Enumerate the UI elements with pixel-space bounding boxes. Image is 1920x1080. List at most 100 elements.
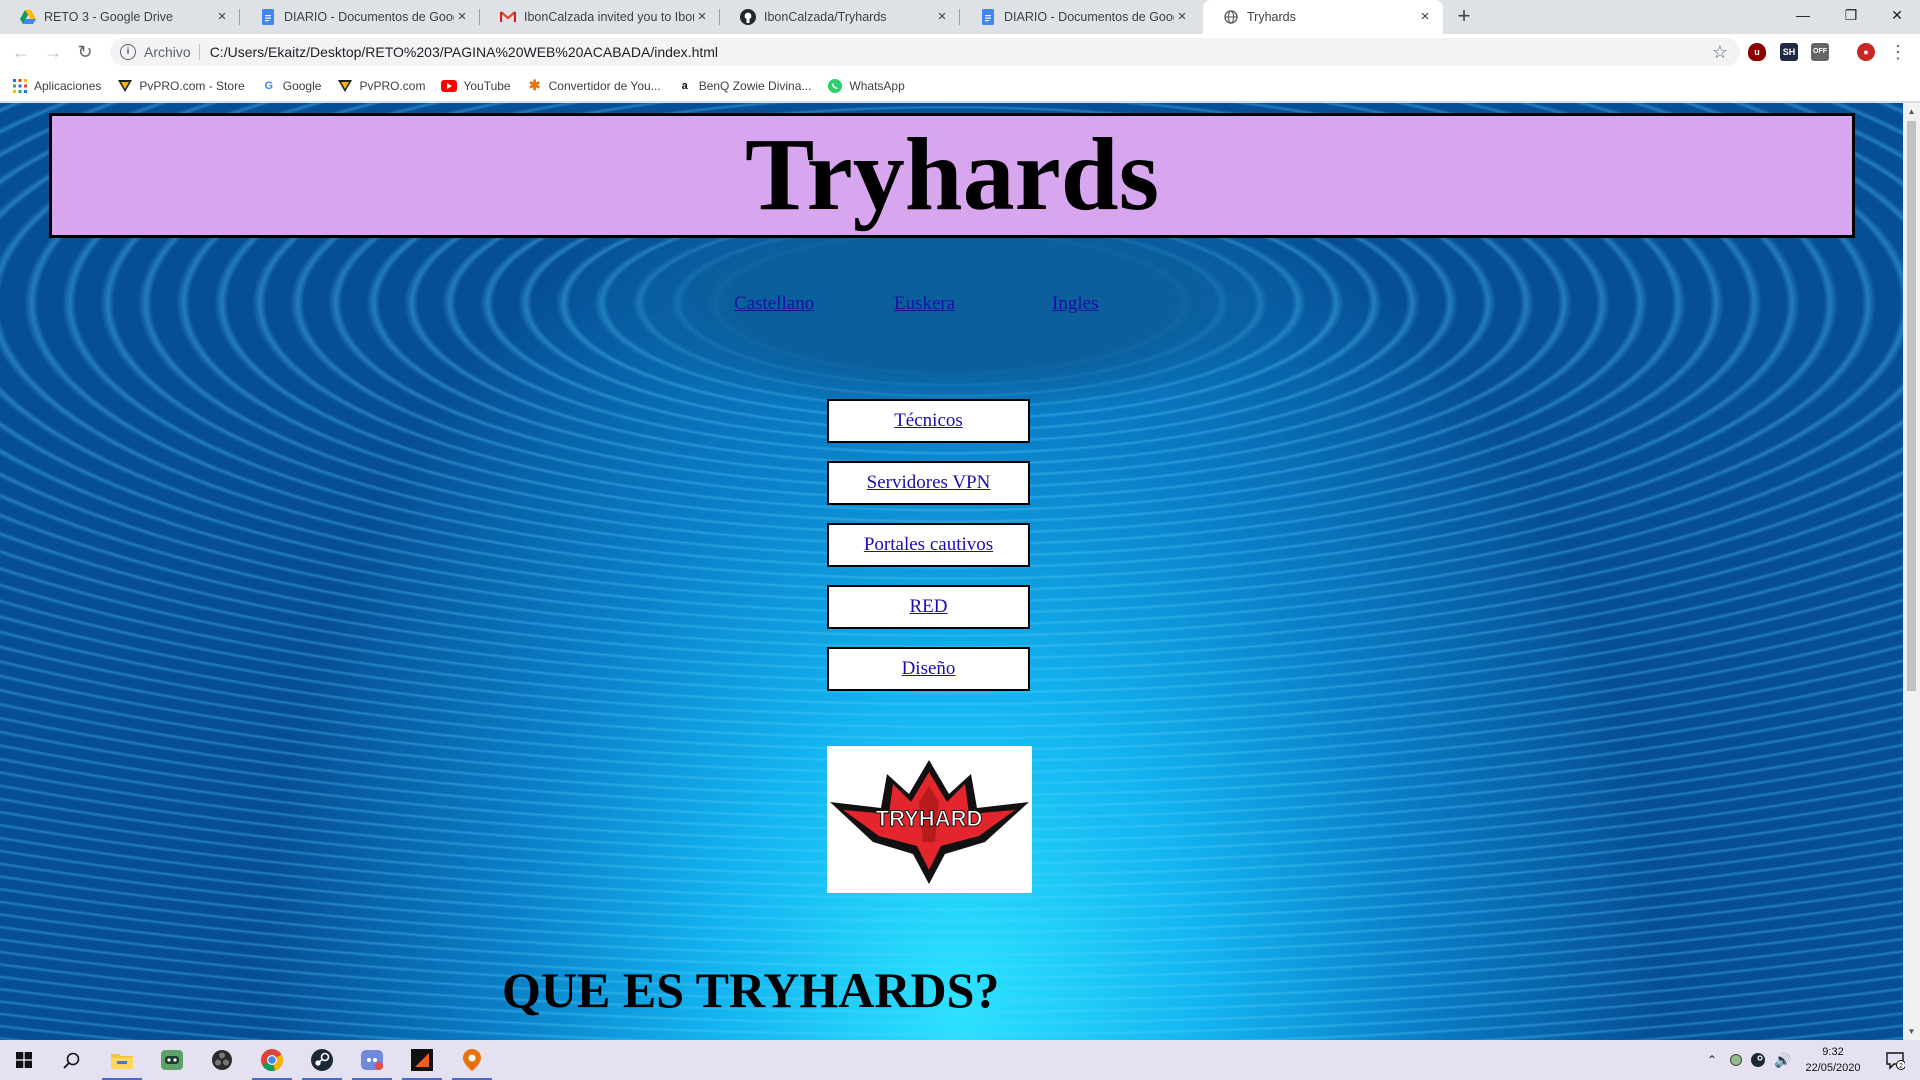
scrollbar-thumb[interactable]	[1907, 121, 1916, 691]
gmail-icon	[500, 9, 516, 25]
google-icon: G	[264, 79, 274, 92]
bookmark-label: PvPRO.com	[359, 78, 426, 93]
windows-start-icon[interactable]	[0, 1040, 48, 1080]
new-tab-button[interactable]: +	[1452, 5, 1476, 29]
bookmark-label: Aplicaciones	[34, 78, 102, 93]
off-extension-icon[interactable]: OFF	[1811, 43, 1829, 61]
page-scrollbar[interactable]: ▲ ▼	[1903, 103, 1920, 1040]
obs-icon[interactable]	[198, 1040, 246, 1080]
info-icon[interactable]: i	[120, 44, 136, 60]
globe-icon	[1223, 9, 1239, 25]
tray-status-icon[interactable]	[1726, 1040, 1746, 1080]
bookmark-label: PvPRO.com - Store	[139, 78, 245, 93]
ublock-icon[interactable]: u	[1748, 43, 1766, 61]
nav-link-red[interactable]: RED	[910, 596, 948, 617]
bookmark-label: Convertidor de You...	[548, 78, 661, 93]
bookmark-aplicaciones[interactable]: Aplicaciones	[12, 78, 101, 94]
file-explorer-icon[interactable]	[98, 1040, 146, 1080]
close-icon[interactable]: ×	[214, 9, 230, 25]
scroll-up-icon[interactable]: ▲	[1903, 103, 1920, 120]
minimize-button[interactable]: —	[1780, 0, 1826, 34]
address-bar[interactable]: i Archivo C:/Users/Ekaitz/Desktop/RETO%2…	[110, 38, 1740, 66]
app-launcher-icon[interactable]	[398, 1040, 446, 1080]
language-link-castellano[interactable]: Castellano	[734, 293, 814, 315]
reload-button[interactable]: ↻	[73, 40, 97, 64]
search-icon[interactable]	[48, 1040, 96, 1080]
close-icon[interactable]: ×	[694, 9, 710, 25]
show-hidden-icons-icon[interactable]: ⌃	[1702, 1040, 1722, 1080]
bookmark-pvpro-store[interactable]: PvPRO.com - Store	[117, 78, 245, 94]
pvpro-icon	[337, 78, 353, 94]
steam-tray-icon[interactable]	[1748, 1040, 1768, 1080]
close-icon[interactable]: ×	[1174, 9, 1190, 25]
google-docs-icon	[980, 9, 996, 25]
bookmark-convertidor[interactable]: ✱ Convertidor de You...	[527, 77, 661, 94]
bookmark-pvpro[interactable]: PvPRO.com	[337, 78, 425, 94]
tab-title: DIARIO - Documentos de Google	[284, 10, 454, 24]
forward-button[interactable]: →	[41, 40, 65, 64]
sh-extension-icon[interactable]: SH	[1780, 43, 1798, 61]
github-icon	[740, 9, 756, 25]
bookmark-label: WhatsApp	[849, 78, 905, 93]
tab-title: IbonCalzada invited you to IbonC	[524, 10, 694, 24]
steam-icon[interactable]	[298, 1040, 346, 1080]
bookmark-label: Google	[282, 78, 322, 93]
language-link-euskera[interactable]: Euskera	[894, 293, 955, 315]
chrome-icon[interactable]	[248, 1040, 296, 1080]
youtube-icon	[441, 78, 458, 94]
back-button[interactable]: ←	[9, 40, 33, 64]
tab-diario-2[interactable]: DIARIO - Documentos de Google ×	[960, 0, 1200, 34]
restore-button[interactable]: ❐	[1828, 0, 1874, 34]
tab-github[interactable]: IbonCalzada/Tryhards ×	[720, 0, 960, 34]
bookmark-star-icon[interactable]: ☆	[1712, 42, 1728, 63]
bookmark-youtube[interactable]: YouTube	[441, 78, 511, 94]
close-icon[interactable]: ×	[934, 9, 950, 25]
site-header: Tryhards	[49, 113, 1855, 238]
nav-box-diseno: Diseño	[827, 647, 1030, 691]
tab-title: DIARIO - Documentos de Google	[1004, 10, 1174, 24]
google-docs-icon	[260, 9, 276, 25]
bookmark-google[interactable]: G Google	[261, 78, 322, 94]
amazon-icon: a	[681, 79, 688, 92]
whatsapp-icon	[827, 78, 843, 94]
notifications-icon[interactable]: 2	[1878, 1040, 1912, 1080]
tab-title: Tryhards	[1247, 10, 1296, 24]
menu-kebab-icon[interactable]: ⋮	[1886, 40, 1910, 64]
windows-taskbar: ⌃ 🔊 9:32 22/05/2020 2	[0, 1040, 1920, 1080]
taskbar-clock[interactable]: 9:32 22/05/2020	[1788, 1044, 1878, 1076]
section-title: QUE ES TRYHARDS?	[502, 962, 1000, 1018]
language-link-ingles[interactable]: Ingles	[1052, 293, 1098, 315]
tab-gmail[interactable]: IbonCalzada invited you to IbonC ×	[480, 0, 720, 34]
page-viewport[interactable]: Tryhards Castellano Euskera Ingles Técni…	[0, 103, 1920, 1040]
nav-link-servidores-vpn[interactable]: Servidores VPN	[867, 472, 991, 493]
tab-diario-1[interactable]: DIARIO - Documentos de Google ×	[240, 0, 480, 34]
bookmark-benq[interactable]: a BenQ Zowie Divina...	[677, 78, 812, 94]
maps-icon[interactable]	[448, 1040, 496, 1080]
nav-box-portales-cautivos: Portales cautivos	[827, 523, 1030, 567]
tab-google-drive[interactable]: RETO 3 - Google Drive ×	[0, 0, 240, 34]
converter-icon: ✱	[528, 77, 541, 93]
nav-box-red: RED	[827, 585, 1030, 629]
nav-link-diseno[interactable]: Diseño	[902, 658, 956, 679]
profile-avatar-icon[interactable]: ●	[1857, 43, 1875, 61]
file-chip: Archivo	[144, 44, 191, 60]
site-title: Tryhards	[744, 117, 1160, 232]
tryhard-logo: TRYHARD	[827, 746, 1032, 893]
close-icon[interactable]: ×	[454, 9, 470, 25]
nav-link-portales-cautivos[interactable]: Portales cautivos	[864, 534, 993, 555]
bookmarks-bar: Aplicaciones PvPRO.com - Store G Google …	[0, 70, 1920, 102]
close-window-button[interactable]: ✕	[1874, 0, 1920, 34]
game-launcher-icon[interactable]	[148, 1040, 196, 1080]
url-text[interactable]: C:/Users/Ekaitz/Desktop/RETO%203/PAGINA%…	[210, 44, 718, 60]
tab-title: IbonCalzada/Tryhards	[764, 10, 887, 24]
scroll-down-icon[interactable]: ▼	[1903, 1023, 1920, 1040]
pvpro-icon	[117, 78, 133, 94]
close-icon[interactable]: ×	[1417, 9, 1433, 25]
tab-title: RETO 3 - Google Drive	[44, 10, 173, 24]
nav-link-tecnicos[interactable]: Técnicos	[894, 410, 963, 431]
notification-count: 2	[1899, 1063, 1903, 1070]
bookmark-whatsapp[interactable]: WhatsApp	[827, 78, 905, 94]
tab-tryhards[interactable]: Tryhards ×	[1203, 0, 1443, 34]
discord-icon[interactable]	[348, 1040, 396, 1080]
logo-text: TRYHARD	[876, 806, 983, 831]
